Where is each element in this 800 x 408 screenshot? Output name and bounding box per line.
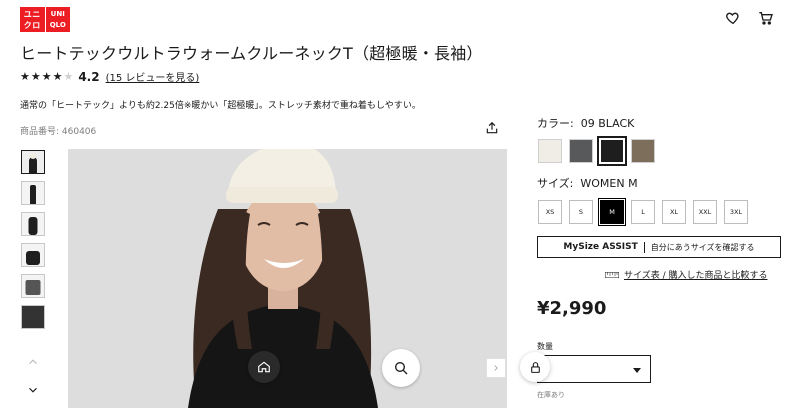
size-option-3xl[interactable]: 3XL [724,200,748,224]
thumbnail[interactable] [21,305,45,329]
home-icon [258,361,270,373]
zoom-button[interactable] [382,349,420,387]
thumbnail[interactable] [21,150,45,174]
lock-icon [530,361,540,373]
cart-icon[interactable] [758,10,774,26]
product-title: ヒートテックウルトラウォームクルーネックT（超極暖・長袖） [20,44,483,63]
color-label: カラー: [537,117,574,130]
thumbnail[interactable] [21,181,45,205]
size-option-l[interactable]: L [631,200,655,224]
logo-text-top: ユニ [23,9,41,19]
rating-stars: ★★★★★ [20,70,75,83]
logo-latin-bottom: QLO [49,20,66,29]
color-value: 09 BLACK [580,117,635,130]
mysize-brand: MySize ASSIST [563,242,638,252]
size-label: サイズ: [537,177,574,190]
size-option-xxl[interactable]: XXL [693,200,717,224]
caret-down-icon [633,368,641,373]
heart-icon[interactable] [725,10,741,26]
uniqlo-logo[interactable]: ユニ クロ UNI QLO [20,7,70,32]
color-swatch-dark-gray[interactable] [569,139,593,163]
mysize-assist-button[interactable]: MySize ASSIST 自分にあうサイズを確認する [537,236,781,258]
product-number: 商品番号: 460406 [20,127,97,137]
size-option-m[interactable]: M [598,198,626,226]
stock-status: 在庫あり [537,391,565,399]
color-swatch-black[interactable] [597,136,627,166]
home-button[interactable] [248,351,280,383]
size-chart-link[interactable]: サイズ表 / 購入した商品と比較する [605,268,768,281]
quantity-select[interactable] [537,355,651,383]
next-image-button[interactable] [486,358,506,378]
thumbnail-list [21,150,47,336]
share-icon[interactable] [485,121,499,135]
product-description: 通常の「ヒートテック」よりも約2.25倍※暖かい「超極暖」。ストレッチ素材で重ね… [20,101,421,111]
rating: ★★★★★ 4.2 (15 レビューを見る) [20,69,200,85]
color-swatch-brown[interactable] [631,139,655,163]
quantity-label: 数量 [537,342,553,351]
chevron-up-icon[interactable] [26,355,40,369]
color-label-row: カラー: 09 BLACK [537,115,634,131]
size-option-xl[interactable]: XL [662,200,686,224]
price: ¥2,990 [537,298,607,319]
main-product-image[interactable] [68,149,507,408]
thumbnail[interactable] [21,212,45,236]
lock-button[interactable] [520,352,550,382]
zoom-icon [395,362,408,375]
logo-latin-top: UNI [50,9,65,18]
review-link[interactable]: (15 レビューを見る) [106,69,200,84]
chevron-down-icon[interactable] [26,383,40,397]
size-option-xs[interactable]: XS [538,200,562,224]
chevron-right-icon [494,365,498,371]
logo-text-bottom: クロ [23,20,41,30]
header: ユニ クロ UNI QLO [0,0,800,36]
rating-value: 4.2 [78,69,100,84]
size-label-row: サイズ: WOMEN M [537,175,638,191]
ruler-icon [605,271,619,278]
color-swatch-off-white[interactable] [538,139,562,163]
mysize-text: 自分にあうサイズを確認する [650,242,755,252]
size-value: WOMEN M [580,177,638,190]
size-chart-text: サイズ表 / 購入した商品と比較する [624,271,768,281]
model-photo [68,149,507,408]
thumbnail[interactable] [21,274,45,298]
thumbnail[interactable] [21,243,45,267]
size-option-s[interactable]: S [569,200,593,224]
